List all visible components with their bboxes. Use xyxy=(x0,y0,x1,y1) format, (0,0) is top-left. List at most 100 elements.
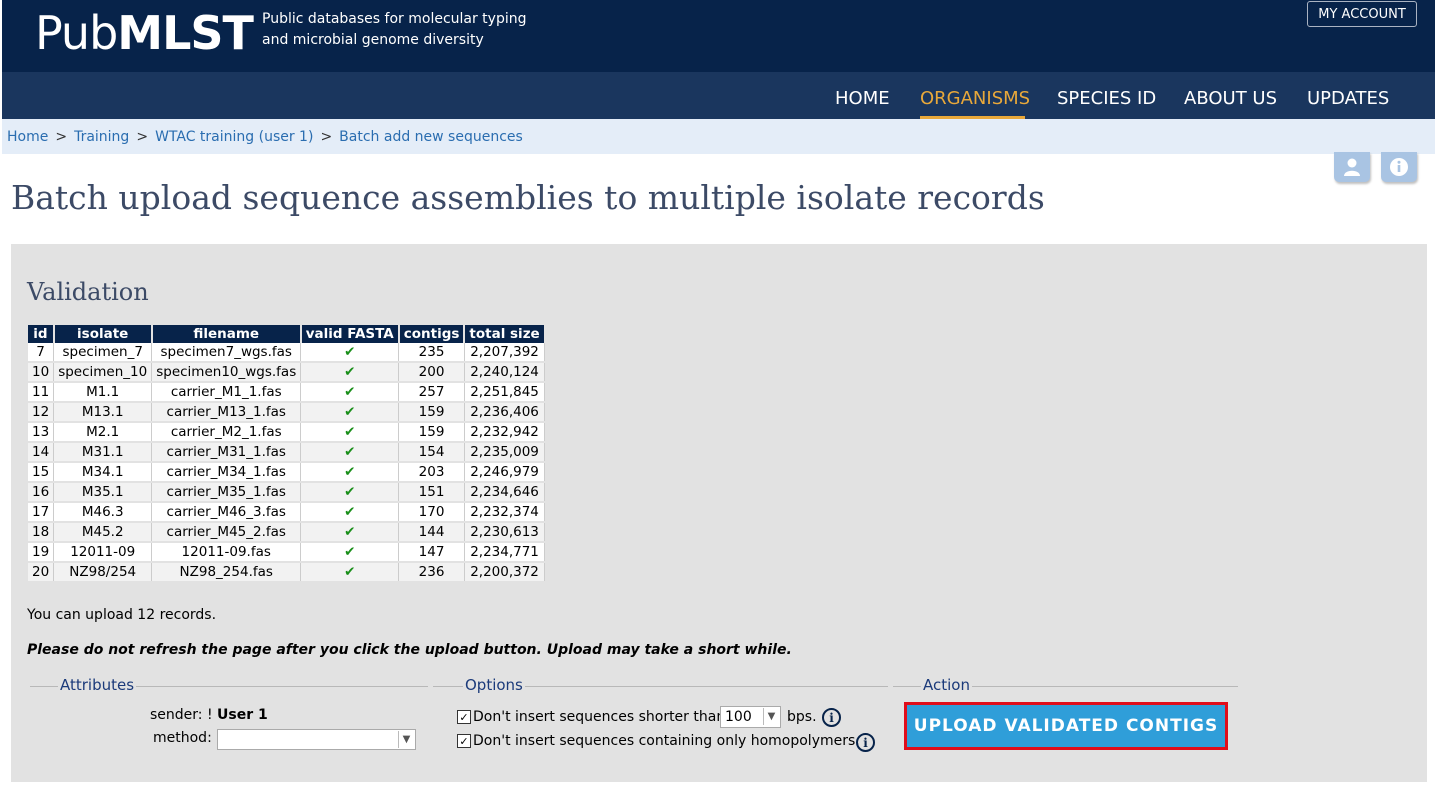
cell-filename: 12011-09.fas xyxy=(151,542,302,563)
cell-valid-fasta: ✔ xyxy=(300,422,400,443)
column-header-valid-fasta[interactable]: valid FASTA xyxy=(300,325,400,343)
min-length-select[interactable]: 100 ▼ xyxy=(720,706,781,728)
info-icon xyxy=(1390,158,1408,176)
cell-filename: carrier_M35_1.fas xyxy=(151,482,302,503)
table-row: 14 M31.1 carrier_M31_1.fas ✔ 154 2,235,009 xyxy=(28,442,546,463)
attributes-legend: Attributes xyxy=(58,676,137,694)
cell-id: 20 xyxy=(28,562,55,583)
options-legend: Options xyxy=(463,676,525,694)
cell-total-size: 2,200,372 xyxy=(464,562,546,583)
upload-validated-contigs-button[interactable]: UPLOAD VALIDATED CONTIGS xyxy=(904,702,1228,750)
checkmark-icon: ✔ xyxy=(344,544,356,560)
info-icon[interactable]: i xyxy=(856,733,875,752)
checkmark-icon: ✓ xyxy=(459,710,469,724)
cell-total-size: 2,232,942 xyxy=(464,422,546,443)
cell-id: 15 xyxy=(28,462,55,483)
min-length-select-value: 100 xyxy=(725,709,752,725)
table-row: 16 M35.1 carrier_M35_1.fas ✔ 151 2,234,646 xyxy=(28,482,546,503)
cell-filename: carrier_M31_1.fas xyxy=(151,442,302,463)
column-header-contigs[interactable]: contigs xyxy=(398,325,466,343)
cell-isolate[interactable]: NZ98/254 xyxy=(53,562,153,583)
site-header: PubMLST Public databases for molecular t… xyxy=(2,0,1435,72)
sender-label: sender: ! xyxy=(150,707,213,723)
cell-contigs: 200 xyxy=(398,362,465,383)
table-row: 18 M45.2 carrier_M45_2.fas ✔ 144 2,230,613 xyxy=(28,522,546,543)
cell-id: 12 xyxy=(28,402,55,423)
chevron-down-icon: ▼ xyxy=(763,708,779,725)
cell-id: 17 xyxy=(28,502,55,523)
info-icon-button[interactable] xyxy=(1381,152,1417,182)
cell-isolate[interactable]: M45.2 xyxy=(53,522,153,543)
cell-isolate[interactable]: M46.3 xyxy=(53,502,153,523)
user-icon-button[interactable] xyxy=(1334,152,1370,182)
cell-contigs: 159 xyxy=(398,422,465,443)
cell-valid-fasta: ✔ xyxy=(300,482,400,503)
user-icon xyxy=(1344,158,1360,176)
cell-contigs: 159 xyxy=(398,402,465,423)
nav-about-us[interactable]: ABOUT US xyxy=(1184,88,1277,109)
logo-bold-text: MLST xyxy=(117,6,254,60)
cell-id: 19 xyxy=(28,542,55,563)
checkmark-icon: ✔ xyxy=(344,384,356,400)
column-header-filename[interactable]: filename xyxy=(151,325,302,343)
cell-contigs: 235 xyxy=(398,343,465,363)
cell-valid-fasta: ✔ xyxy=(300,343,400,363)
cell-isolate[interactable]: M31.1 xyxy=(53,442,153,463)
cell-filename: specimen10_wgs.fas xyxy=(151,362,302,383)
cell-valid-fasta: ✔ xyxy=(300,382,400,403)
cell-total-size: 2,207,392 xyxy=(464,343,546,363)
table-row: 11 M1.1 carrier_M1_1.fas ✔ 257 2,251,845 xyxy=(28,382,546,403)
checkmark-icon: ✓ xyxy=(459,734,469,748)
breadcrumb-home[interactable]: Home xyxy=(7,129,48,145)
min-length-checkbox[interactable]: ✓ xyxy=(457,710,471,724)
cell-isolate[interactable]: 12011-09 xyxy=(53,542,153,563)
breadcrumb-wtac-training[interactable]: WTAC training (user 1) xyxy=(155,129,313,145)
cell-isolate[interactable]: M13.1 xyxy=(53,402,153,423)
cell-total-size: 2,234,771 xyxy=(464,542,546,563)
cell-valid-fasta: ✔ xyxy=(300,562,400,583)
checkmark-icon: ✔ xyxy=(344,424,356,440)
column-header-id[interactable]: id xyxy=(28,325,55,343)
min-length-label: Don't insert sequences shorter than xyxy=(473,709,726,725)
tagline-line-1: Public databases for molecular typing xyxy=(262,11,527,27)
cell-total-size: 2,236,406 xyxy=(464,402,546,423)
cell-isolate[interactable]: specimen_7 xyxy=(53,343,153,363)
table-header-row: id isolate filename valid FASTA contigs … xyxy=(28,325,546,343)
column-header-isolate[interactable]: isolate xyxy=(53,325,153,343)
column-header-total-size[interactable]: total size xyxy=(464,325,546,343)
validation-heading: Validation xyxy=(27,278,149,306)
cell-filename: specimen7_wgs.fas xyxy=(151,343,302,363)
breadcrumb-current-page[interactable]: Batch add new sequences xyxy=(339,129,523,145)
cell-isolate[interactable]: M35.1 xyxy=(53,482,153,503)
info-icon[interactable]: i xyxy=(822,708,841,727)
breadcrumb-separator: > xyxy=(320,129,333,145)
pubmlst-logo[interactable]: PubMLST xyxy=(35,6,254,60)
cell-isolate[interactable]: M34.1 xyxy=(53,462,153,483)
cell-filename: carrier_M46_3.fas xyxy=(151,502,302,523)
nav-home[interactable]: HOME xyxy=(835,88,890,109)
method-label: method: xyxy=(153,730,212,746)
cell-isolate[interactable]: specimen_10 xyxy=(53,362,153,383)
cell-total-size: 2,230,613 xyxy=(464,522,546,543)
homopolymer-checkbox[interactable]: ✓ xyxy=(457,734,471,748)
my-account-button[interactable]: MY ACCOUNT xyxy=(1307,1,1417,27)
cell-isolate[interactable]: M1.1 xyxy=(53,382,153,403)
checkmark-icon: ✔ xyxy=(344,364,356,380)
main-nav: HOME ORGANISMS SPECIES ID ABOUT US UPDAT… xyxy=(2,72,1435,119)
validation-panel: Validation id isolate filename valid FAS… xyxy=(11,244,1427,782)
checkmark-icon: ✔ xyxy=(344,404,356,420)
cell-contigs: 257 xyxy=(398,382,465,403)
cell-filename: NZ98_254.fas xyxy=(151,562,302,583)
cell-contigs: 154 xyxy=(398,442,465,463)
cell-total-size: 2,234,646 xyxy=(464,482,546,503)
breadcrumb-training[interactable]: Training xyxy=(74,129,129,145)
cell-id: 11 xyxy=(28,382,55,403)
nav-updates[interactable]: UPDATES xyxy=(1307,88,1389,109)
nav-organisms[interactable]: ORGANISMS xyxy=(920,88,1030,109)
nav-species-id[interactable]: SPECIES ID xyxy=(1057,88,1156,109)
method-select[interactable]: ▼ xyxy=(217,729,416,750)
tagline-line-2: and microbial genome diversity xyxy=(262,32,484,48)
table-row: 20 NZ98/254 NZ98_254.fas ✔ 236 2,200,372 xyxy=(28,562,546,583)
cell-isolate[interactable]: M2.1 xyxy=(53,422,153,443)
upload-count-text: You can upload 12 records. xyxy=(27,607,217,623)
